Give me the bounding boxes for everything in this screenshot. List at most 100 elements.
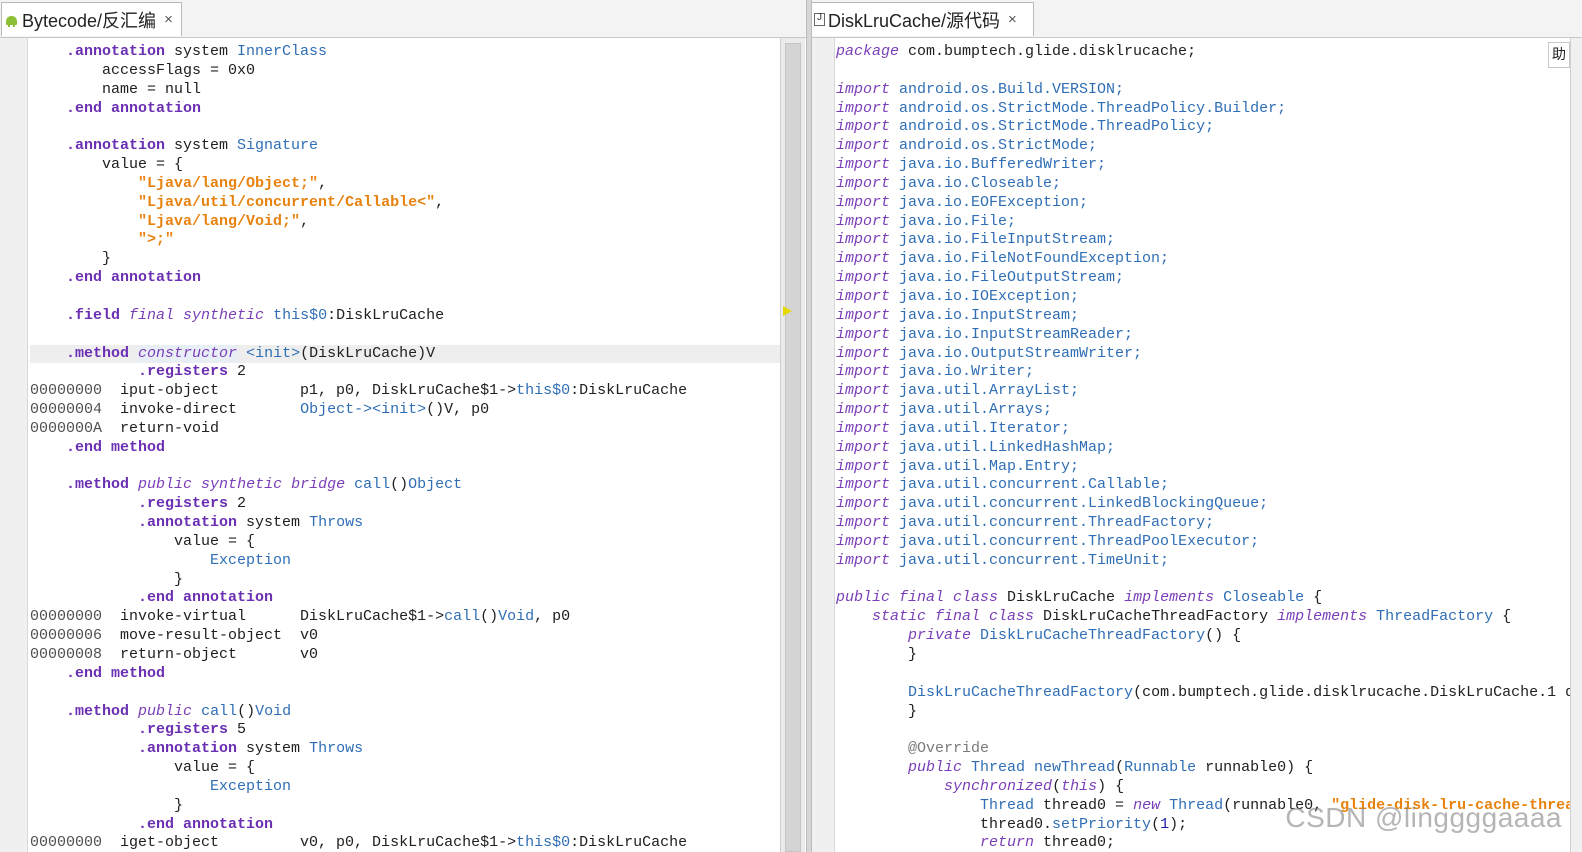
code-line[interactable]: import java.util.concurrent.LinkedBlocki… <box>836 495 1576 514</box>
code-line[interactable] <box>30 684 780 703</box>
code-line[interactable]: .registers 5 <box>30 721 780 740</box>
code-line[interactable]: .registers 2 <box>30 495 780 514</box>
code-line[interactable]: private DiskLruCacheThreadFactory() { <box>836 627 1576 646</box>
code-line[interactable]: Exception <box>30 778 780 797</box>
code-line[interactable]: .end annotation <box>30 816 780 835</box>
source-editor[interactable]: package com.bumptech.glide.disklrucache;… <box>812 38 1582 852</box>
code-line[interactable]: thread0.setPriority(1); <box>836 816 1576 835</box>
code-line[interactable]: @Override <box>836 740 1576 759</box>
code-line[interactable]: import java.util.concurrent.ThreadPoolEx… <box>836 533 1576 552</box>
code-line[interactable]: .end method <box>30 665 780 684</box>
code-line[interactable]: .end annotation <box>30 589 780 608</box>
code-line[interactable]: import java.io.InputStreamReader; <box>836 326 1576 345</box>
scroll-marker-icon[interactable] <box>783 306 792 316</box>
code-line[interactable]: import java.io.Closeable; <box>836 175 1576 194</box>
code-line[interactable]: .method constructor <init>(DiskLruCache)… <box>30 344 780 364</box>
code-line[interactable]: import java.io.OutputStreamWriter; <box>836 345 1576 364</box>
code-line[interactable]: import java.util.LinkedHashMap; <box>836 439 1576 458</box>
code-line[interactable] <box>836 665 1576 684</box>
code-line[interactable]: .annotation system Throws <box>30 740 780 759</box>
code-line[interactable] <box>30 118 780 137</box>
code-line[interactable]: value = { <box>30 759 780 778</box>
code-line[interactable] <box>30 288 780 307</box>
code-line[interactable]: import android.os.StrictMode.ThreadPolic… <box>836 118 1576 137</box>
code-line[interactable] <box>836 721 1576 740</box>
code-line[interactable]: package com.bumptech.glide.disklrucache; <box>836 43 1576 62</box>
code-line[interactable]: 00000006 move-result-object v0 <box>30 627 780 646</box>
code-line[interactable]: .end method <box>30 439 780 458</box>
code-line[interactable]: value = { <box>30 156 780 175</box>
close-icon[interactable]: × <box>1008 11 1017 28</box>
bytecode-code[interactable]: .annotation system InnerClass accessFlag… <box>30 43 780 852</box>
code-line[interactable]: 00000000 iget-object v0, p0, DiskLruCach… <box>30 834 780 852</box>
code-line[interactable]: 0000000A return-void <box>30 420 780 439</box>
code-line[interactable]: accessFlags = 0x0 <box>30 62 780 81</box>
assistant-panel-tab[interactable]: 助 <box>1548 42 1570 68</box>
code-line[interactable]: "Ljava/util/concurrent/Callable<", <box>30 194 780 213</box>
code-line[interactable]: import java.io.FileOutputStream; <box>836 269 1576 288</box>
code-line[interactable]: public Thread newThread(Runnable runnabl… <box>836 759 1576 778</box>
code-line[interactable]: public final class DiskLruCache implemen… <box>836 589 1576 608</box>
code-line[interactable]: import java.io.EOFException; <box>836 194 1576 213</box>
bytecode-editor[interactable]: .annotation system InnerClass accessFlag… <box>0 38 806 852</box>
code-line[interactable]: .end annotation <box>30 269 780 288</box>
code-line[interactable]: .method public call()Void <box>30 703 780 722</box>
code-line[interactable]: } <box>836 703 1576 722</box>
code-line[interactable]: static final class DiskLruCacheThreadFac… <box>836 608 1576 627</box>
code-line[interactable]: .annotation system Signature <box>30 137 780 156</box>
code-line[interactable]: import java.io.FileInputStream; <box>836 231 1576 250</box>
code-line[interactable]: .method public synthetic bridge call()Ob… <box>30 476 780 495</box>
code-line[interactable]: import java.util.concurrent.TimeUnit; <box>836 552 1576 571</box>
code-line[interactable]: .end annotation <box>30 100 780 119</box>
code-line[interactable]: import java.io.InputStream; <box>836 307 1576 326</box>
code-line[interactable]: import android.os.StrictMode.ThreadPolic… <box>836 100 1576 119</box>
scrollbar-thumb[interactable] <box>785 43 801 852</box>
code-line[interactable]: import java.io.FileNotFoundException; <box>836 250 1576 269</box>
code-line[interactable]: } <box>30 571 780 590</box>
source-overview-ruler[interactable] <box>1570 38 1582 852</box>
code-line[interactable]: value = { <box>30 533 780 552</box>
tab-source[interactable]: DiskLruCache/源代码 × <box>812 2 1034 36</box>
source-code[interactable]: package com.bumptech.glide.disklrucache;… <box>836 43 1576 852</box>
code-line[interactable]: import java.io.IOException; <box>836 288 1576 307</box>
code-line[interactable]: .annotation system InnerClass <box>30 43 780 62</box>
code-line[interactable]: 00000000 invoke-virtual DiskLruCache$1->… <box>30 608 780 627</box>
code-line[interactable]: DiskLruCacheThreadFactory(com.bumptech.g… <box>836 684 1576 703</box>
code-line[interactable]: import android.os.Build.VERSION; <box>836 81 1576 100</box>
code-token: } <box>836 646 918 663</box>
code-line[interactable]: 00000008 return-object v0 <box>30 646 780 665</box>
code-line[interactable]: } <box>836 646 1576 665</box>
code-line[interactable]: "Ljava/lang/Object;", <box>30 175 780 194</box>
code-line[interactable]: import java.io.File; <box>836 213 1576 232</box>
close-icon[interactable]: × <box>164 11 173 28</box>
code-line[interactable]: synchronized(this) { <box>836 778 1576 797</box>
code-line[interactable]: .annotation system Throws <box>30 514 780 533</box>
code-line[interactable]: 00000000 iput-object p1, p0, DiskLruCach… <box>30 382 780 401</box>
code-line[interactable]: import java.util.ArrayList; <box>836 382 1576 401</box>
code-line[interactable]: return thread0; <box>836 834 1576 852</box>
code-line[interactable]: "Ljava/lang/Void;", <box>30 213 780 232</box>
code-line[interactable]: import java.io.Writer; <box>836 363 1576 382</box>
code-line[interactable]: } <box>30 250 780 269</box>
code-line[interactable]: import java.util.Map.Entry; <box>836 458 1576 477</box>
code-line[interactable]: import java.io.BufferedWriter; <box>836 156 1576 175</box>
code-line[interactable]: import java.util.concurrent.ThreadFactor… <box>836 514 1576 533</box>
code-line[interactable]: 00000004 invoke-direct Object-><init>()V… <box>30 401 780 420</box>
code-line[interactable]: import java.util.Arrays; <box>836 401 1576 420</box>
code-line[interactable]: } <box>30 797 780 816</box>
code-line[interactable]: import android.os.StrictMode; <box>836 137 1576 156</box>
code-line[interactable] <box>30 326 780 345</box>
code-line[interactable] <box>836 62 1576 81</box>
code-line[interactable]: import java.util.Iterator; <box>836 420 1576 439</box>
bytecode-scrollbar[interactable] <box>780 38 805 852</box>
code-line[interactable] <box>30 458 780 477</box>
code-line[interactable]: name = null <box>30 81 780 100</box>
code-line[interactable]: .registers 2 <box>30 363 780 382</box>
code-line[interactable]: Thread thread0 = new Thread(runnable0, "… <box>836 797 1576 816</box>
tab-bytecode[interactable]: Bytecode/反汇编 × <box>1 2 182 36</box>
code-line[interactable]: Exception <box>30 552 780 571</box>
code-line[interactable]: ">;" <box>30 231 780 250</box>
code-line[interactable] <box>836 571 1576 590</box>
code-line[interactable]: import java.util.concurrent.Callable; <box>836 476 1576 495</box>
code-line[interactable]: .field final synthetic this$0:DiskLruCac… <box>30 307 780 326</box>
